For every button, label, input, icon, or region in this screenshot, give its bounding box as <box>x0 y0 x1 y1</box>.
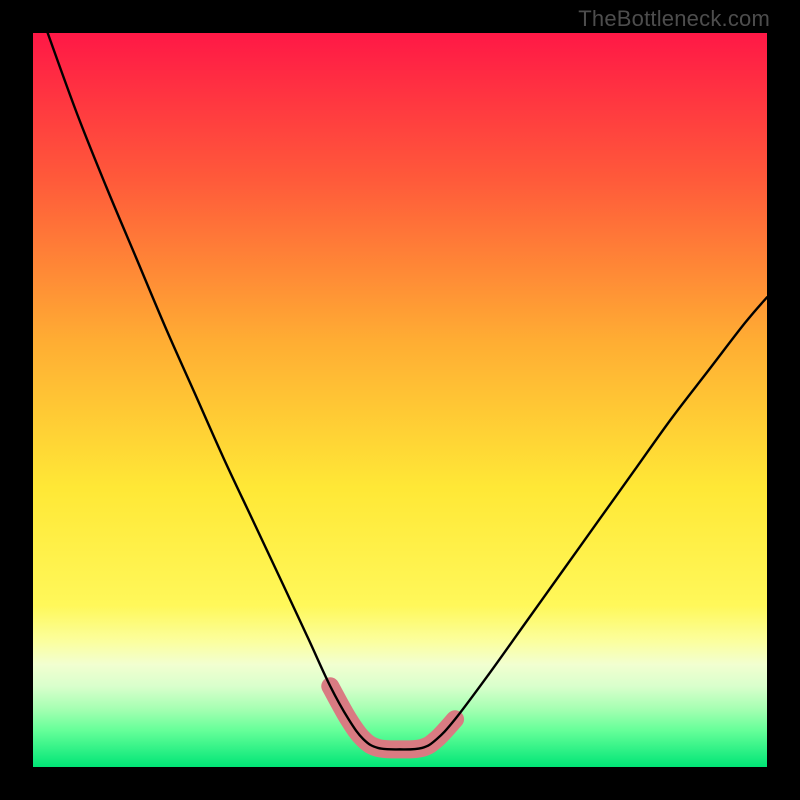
watermark-label: TheBottleneck.com <box>578 6 770 32</box>
plot-area <box>33 33 767 767</box>
chart-frame: TheBottleneck.com <box>0 0 800 800</box>
gradient-background <box>33 33 767 767</box>
bottleneck-chart <box>33 33 767 767</box>
